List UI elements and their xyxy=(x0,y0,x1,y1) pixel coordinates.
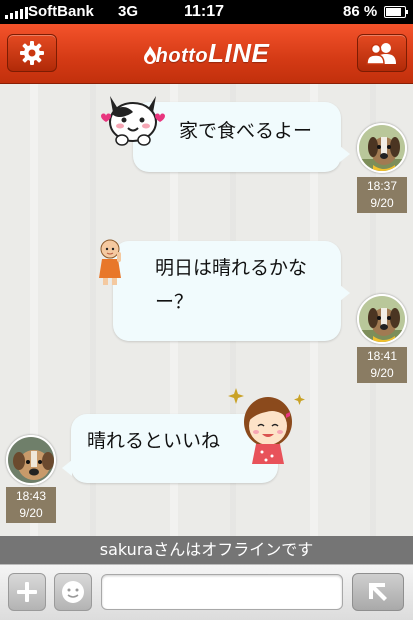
message-input[interactable] xyxy=(101,574,343,610)
network-type: 3G xyxy=(118,3,139,20)
message-bubble[interactable]: 明日は晴れるかな ー？ xyxy=(113,241,350,341)
message-timestamp: 18:43 9/20 xyxy=(6,487,56,523)
dog-photo-contact xyxy=(8,437,54,483)
logo-prefix: hotto xyxy=(155,45,209,67)
message-date: 9/20 xyxy=(370,366,394,380)
dog-photo-self xyxy=(359,125,405,171)
emoji-button[interactable] xyxy=(54,573,92,611)
flame-icon xyxy=(143,46,156,64)
logo-main: LINE xyxy=(208,38,270,68)
carrier-name: SoftBank xyxy=(28,3,94,20)
monk-sticker xyxy=(99,239,121,285)
message-time: 18:37 xyxy=(366,179,398,193)
cat-sticker xyxy=(101,96,165,146)
message-text: 晴れるといいね xyxy=(87,430,221,452)
battery-percent: 86 % xyxy=(343,3,378,20)
message-text: 家で食べるよー xyxy=(179,120,313,142)
add-attachment-button[interactable] xyxy=(8,573,46,611)
smiley-icon xyxy=(62,581,84,603)
girl-sticker xyxy=(228,388,305,464)
status-clock: 11:17 xyxy=(184,3,225,20)
message-time: 18:43 xyxy=(15,489,47,503)
contacts-button[interactable] xyxy=(357,34,407,72)
offline-status-banner: sakuraさんはオフラインです xyxy=(0,536,413,564)
message-date: 9/20 xyxy=(19,506,43,520)
message-input-bar xyxy=(0,564,413,620)
send-arrow-icon xyxy=(369,583,387,601)
message-text-line2: ー？ xyxy=(155,291,194,314)
send-button[interactable] xyxy=(352,573,404,611)
message-text-line1: 明日は晴れるかな xyxy=(155,257,308,279)
chat-area[interactable]: 家で食べるよー 18:37 9/20 明日は晴れるかな ー？ 18:41 9/2… xyxy=(0,84,413,536)
user-avatar-self[interactable] xyxy=(357,294,407,344)
status-bar: SoftBank 3G 11:17 86 % xyxy=(0,0,413,24)
users-icon xyxy=(366,43,396,65)
signal-strength-icon xyxy=(5,7,28,19)
app-logo: hottoLINE xyxy=(0,38,413,69)
plus-icon xyxy=(17,582,37,602)
dog-photo-self xyxy=(359,296,405,342)
battery-icon xyxy=(384,6,408,18)
user-avatar-self[interactable] xyxy=(357,123,407,173)
message-timestamp: 18:37 9/20 xyxy=(357,177,407,213)
contact-avatar[interactable] xyxy=(6,435,56,485)
message-timestamp: 18:41 9/20 xyxy=(357,347,407,383)
app-header: hottoLINE xyxy=(0,24,413,84)
message-time: 18:41 xyxy=(366,349,398,363)
message-date: 9/20 xyxy=(370,196,394,210)
